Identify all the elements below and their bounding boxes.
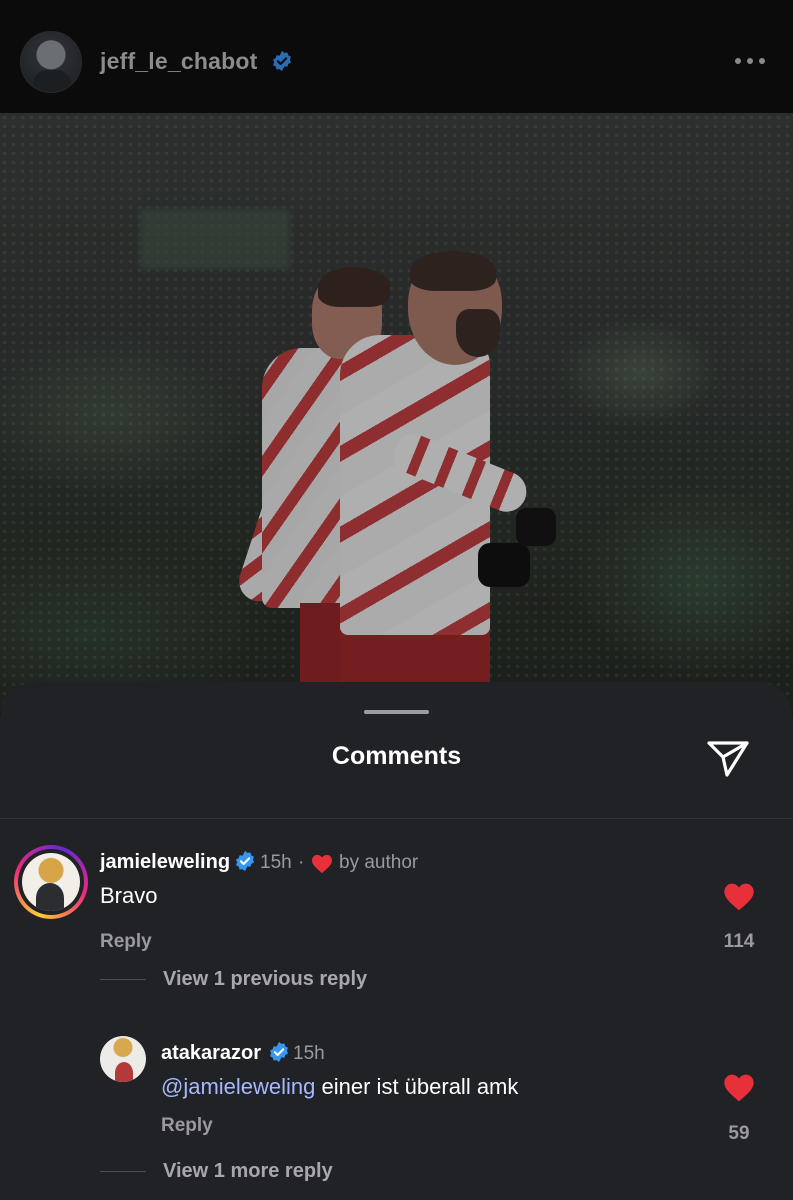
more-options-icon[interactable] [733, 52, 767, 70]
reply-time: 15h [293, 1043, 325, 1064]
like-count: 114 [723, 931, 755, 952]
photo-dim-overlay [0, 113, 793, 713]
post-header: jeff_le_chabot [0, 0, 793, 113]
comment-separator: · [298, 852, 305, 873]
verified-badge-icon [273, 50, 291, 72]
verified-badge-icon [270, 1041, 288, 1063]
heart-icon[interactable] [723, 1073, 755, 1103]
verified-badge-icon [236, 850, 254, 872]
reply-text: @jamieleweling einer ist überall amk [161, 1074, 518, 1100]
mention-link[interactable]: @jamieleweling [161, 1074, 315, 1099]
author-avatar[interactable] [20, 31, 82, 93]
author-username[interactable]: jeff_le_chabot [100, 48, 257, 75]
reply-avatar[interactable] [100, 1036, 146, 1082]
view-more-replies-link[interactable]: View 1 more reply [163, 1160, 333, 1183]
share-send-icon[interactable] [705, 735, 751, 781]
replies-line [100, 1171, 146, 1172]
reply-body: einer ist überall amk [315, 1074, 519, 1099]
sheet-title: Comments [331, 742, 462, 770]
replies-line [100, 979, 146, 980]
comment-avatar-story-ring[interactable] [14, 845, 88, 919]
view-previous-replies-link[interactable]: View 1 previous reply [163, 968, 367, 991]
comment-time: 15h [260, 852, 292, 873]
like-count: 59 [728, 1123, 750, 1144]
post-image[interactable] [0, 113, 793, 713]
sheet-divider [0, 818, 793, 819]
comment-username[interactable]: jamieleweling [100, 851, 230, 874]
comments-sheet: Comments jamieleweling 15h · by author B… [0, 682, 793, 1200]
reply-button[interactable]: Reply [100, 931, 152, 953]
liked-by-author-label: by author [339, 852, 419, 873]
drag-handle[interactable] [364, 710, 429, 714]
heart-icon[interactable] [723, 882, 755, 912]
reply-button[interactable]: Reply [161, 1115, 213, 1137]
author-heart-icon [312, 854, 332, 874]
comment-text: Bravo [100, 883, 158, 908]
reply-username[interactable]: atakarazor [161, 1042, 261, 1065]
